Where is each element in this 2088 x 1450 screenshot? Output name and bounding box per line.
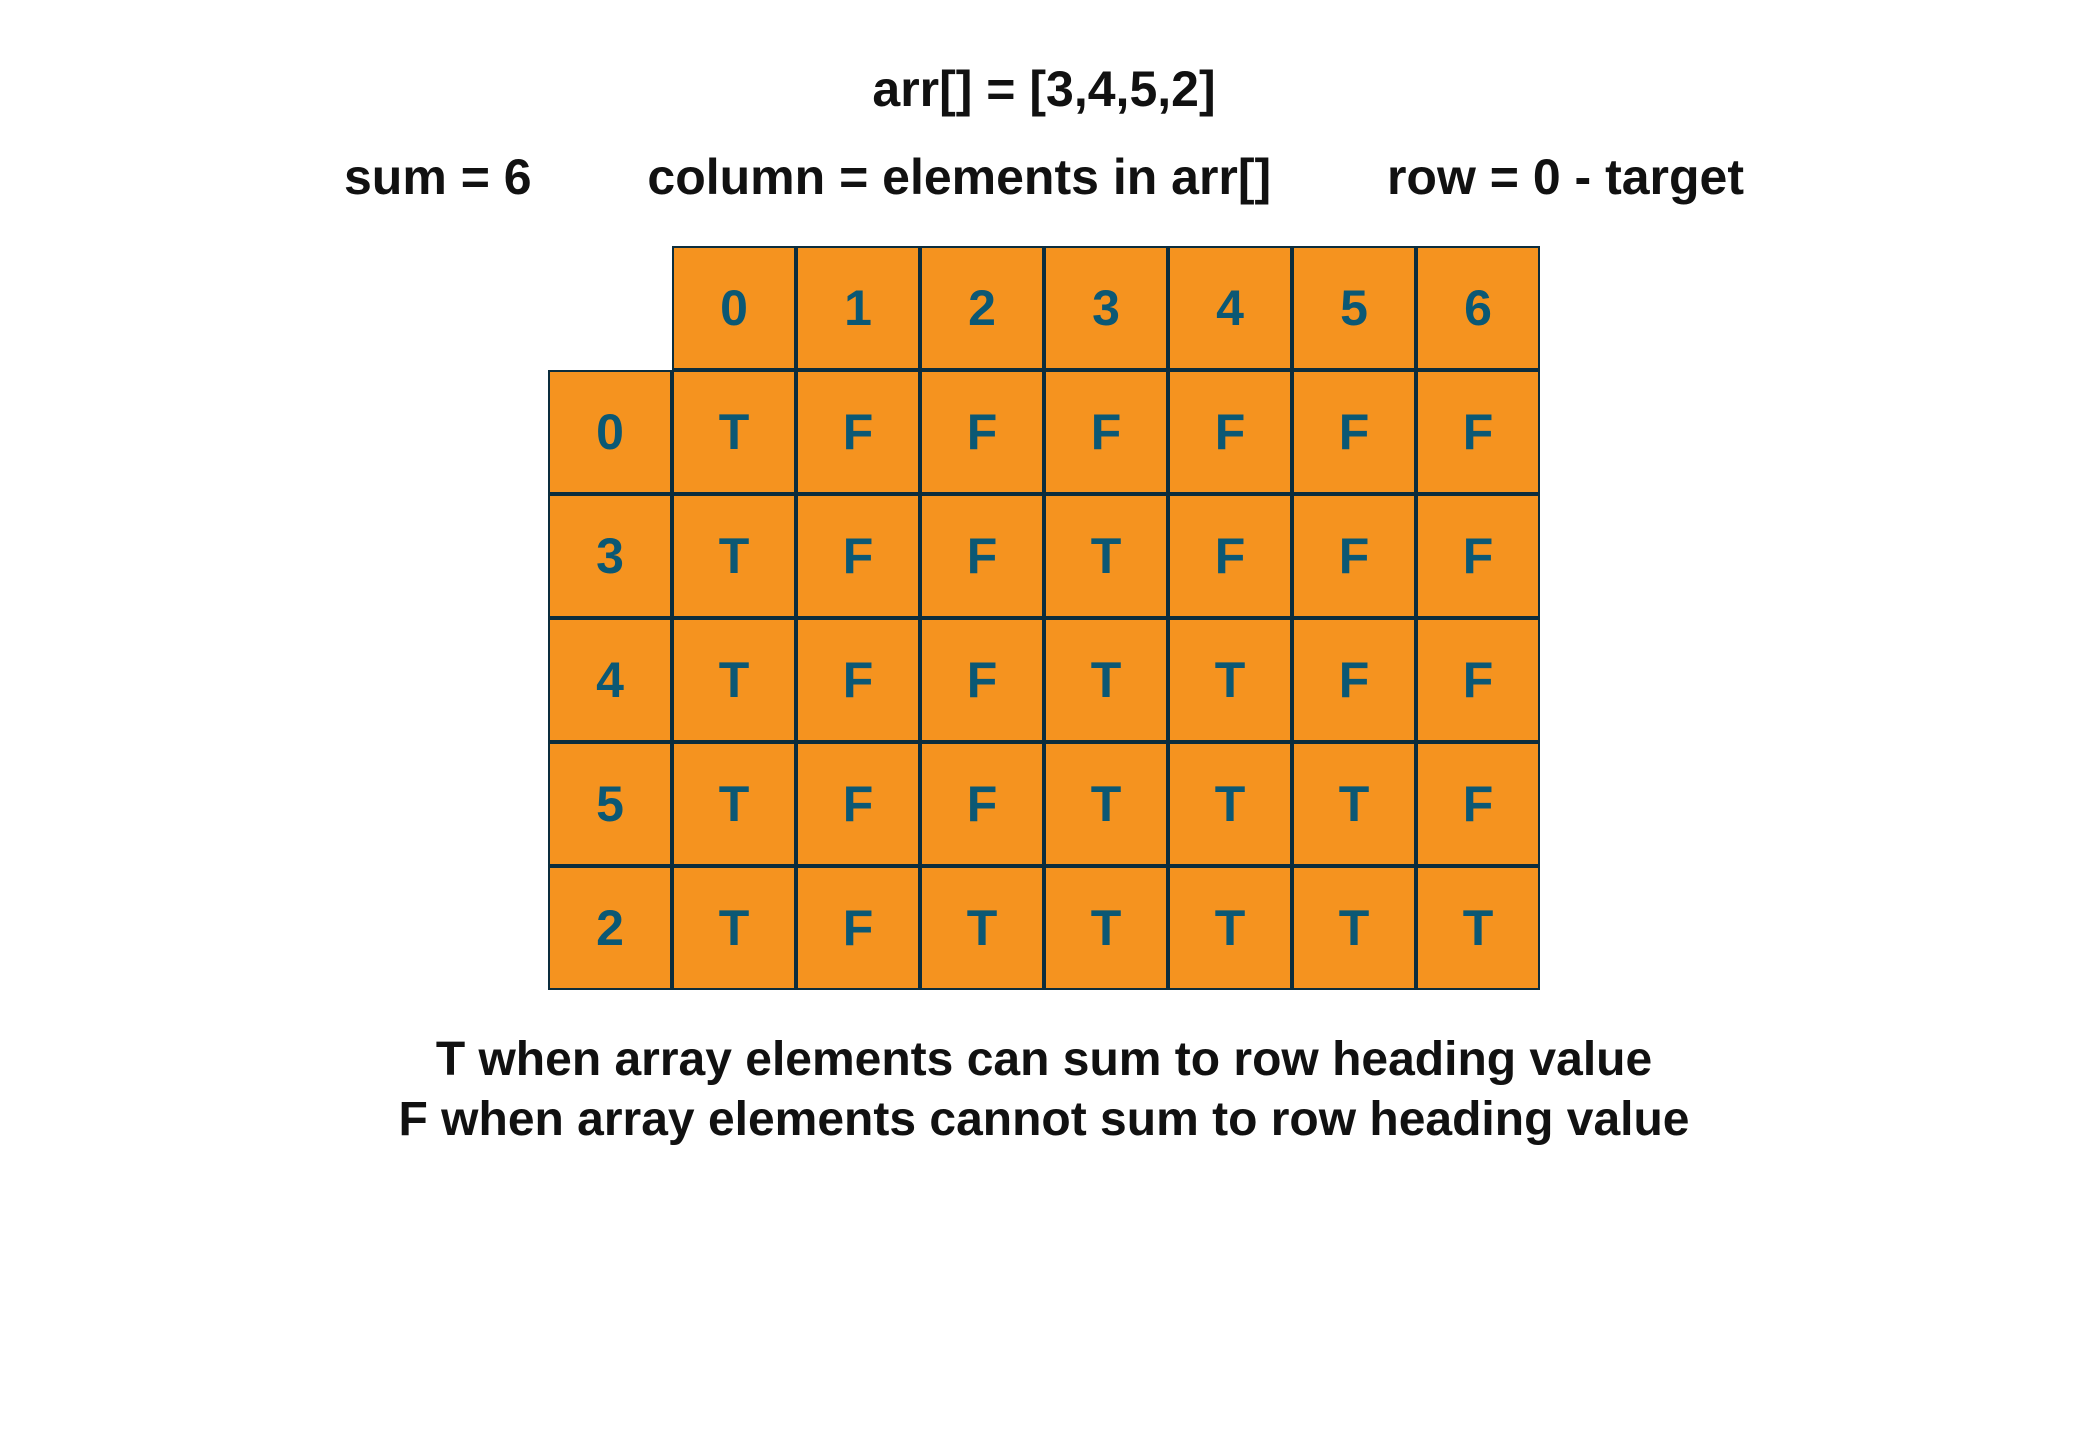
dp-cell: F xyxy=(1416,618,1540,742)
col-header: 1 xyxy=(796,246,920,370)
table-row: 5 T F F T T T F xyxy=(548,742,1540,866)
dp-cell: F xyxy=(1416,494,1540,618)
dp-cell: F xyxy=(1416,370,1540,494)
dp-cell: F xyxy=(1168,494,1292,618)
dp-cell: T xyxy=(672,618,796,742)
col-header: 0 xyxy=(672,246,796,370)
dp-cell: F xyxy=(1292,370,1416,494)
dp-cell: F xyxy=(1292,618,1416,742)
row-header: 3 xyxy=(548,494,672,618)
row-header: 4 xyxy=(548,618,672,742)
col-header: 2 xyxy=(920,246,1044,370)
dp-cell: F xyxy=(796,866,920,990)
dp-cell: F xyxy=(1292,494,1416,618)
dp-cell: F xyxy=(1416,742,1540,866)
dp-cell: T xyxy=(672,370,796,494)
table-row: 4 T F F T T F F xyxy=(548,618,1540,742)
dp-cell: T xyxy=(1044,618,1168,742)
col-header: 4 xyxy=(1168,246,1292,370)
info-row: row = 0 - target xyxy=(1387,148,1744,206)
dp-cell: T xyxy=(920,866,1044,990)
dp-cell: F xyxy=(1168,370,1292,494)
dp-table: 0 1 2 3 4 5 6 0 T F F F F F F 3 T F F T … xyxy=(548,246,1540,990)
title: arr[] = [3,4,5,2] xyxy=(872,60,1215,118)
footer-line-2: F when array elements cannot sum to row … xyxy=(399,1090,1690,1150)
dp-cell: T xyxy=(1044,742,1168,866)
row-header: 0 xyxy=(548,370,672,494)
dp-cell: F xyxy=(920,494,1044,618)
dp-cell: T xyxy=(1168,742,1292,866)
col-header: 3 xyxy=(1044,246,1168,370)
footer: T when array elements can sum to row hea… xyxy=(399,1030,1690,1150)
dp-cell: T xyxy=(672,742,796,866)
dp-cell: T xyxy=(1168,866,1292,990)
dp-cell: F xyxy=(796,618,920,742)
dp-cell: F xyxy=(920,618,1044,742)
info-column: column = elements in arr[] xyxy=(647,148,1271,206)
row-header: 2 xyxy=(548,866,672,990)
dp-cell: T xyxy=(1168,618,1292,742)
dp-cell: T xyxy=(1044,866,1168,990)
dp-cell: F xyxy=(1044,370,1168,494)
dp-cell: T xyxy=(672,866,796,990)
spacer xyxy=(548,246,672,370)
dp-cell: F xyxy=(796,494,920,618)
dp-cell: F xyxy=(796,370,920,494)
dp-cell: F xyxy=(920,742,1044,866)
dp-cell: T xyxy=(1292,866,1416,990)
info-row: sum = 6 column = elements in arr[] row =… xyxy=(344,148,1744,206)
footer-line-1: T when array elements can sum to row hea… xyxy=(399,1030,1690,1090)
row-header: 5 xyxy=(548,742,672,866)
dp-cell: T xyxy=(1416,866,1540,990)
dp-cell: T xyxy=(1044,494,1168,618)
dp-cell: F xyxy=(920,370,1044,494)
table-row: 2 T F T T T T T xyxy=(548,866,1540,990)
info-sum: sum = 6 xyxy=(344,148,532,206)
col-header: 6 xyxy=(1416,246,1540,370)
header-row: 0 1 2 3 4 5 6 xyxy=(548,246,1540,370)
table-row: 0 T F F F F F F xyxy=(548,370,1540,494)
dp-cell: F xyxy=(796,742,920,866)
col-header: 5 xyxy=(1292,246,1416,370)
dp-cell: T xyxy=(672,494,796,618)
dp-cell: T xyxy=(1292,742,1416,866)
table-row: 3 T F F T F F F xyxy=(548,494,1540,618)
